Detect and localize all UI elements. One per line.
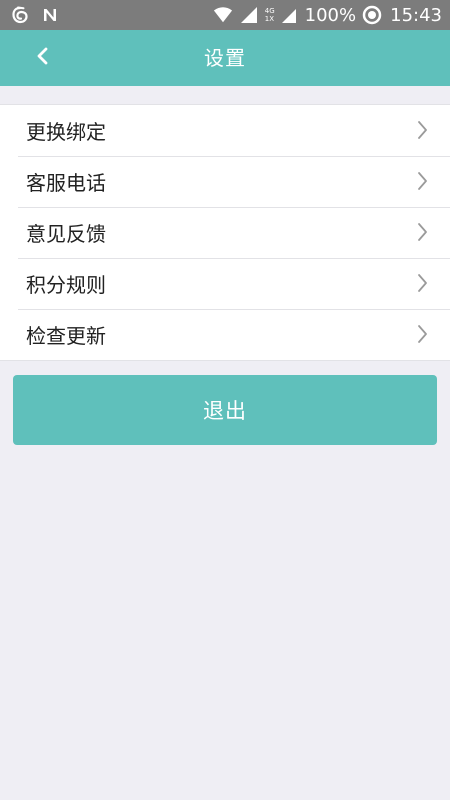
status-bar: 4G 1X 100% 15:43 — [0, 0, 450, 30]
battery-percent: 100% — [304, 4, 357, 26]
signal-icon — [239, 5, 259, 25]
battery-circle-icon — [362, 5, 382, 25]
menu-item-change-binding[interactable]: 更换绑定 — [0, 105, 450, 156]
logout-label: 退出 — [203, 399, 247, 423]
status-left — [10, 5, 60, 25]
wifi-icon — [213, 5, 233, 25]
menu-item-label: 积分规则 — [26, 273, 106, 297]
network-type: 4G 1X — [265, 7, 275, 23]
signal-icon-2 — [279, 5, 299, 25]
menu-item-customer-service[interactable]: 客服电话 — [0, 156, 450, 207]
network-type-bottom: 1X — [264, 15, 275, 23]
chevron-right-icon — [416, 120, 428, 140]
chevron-right-icon — [416, 222, 428, 242]
menu-item-check-update[interactable]: 检查更新 — [0, 309, 450, 360]
menu-item-label: 客服电话 — [26, 171, 106, 195]
header-bar: 设置 — [0, 30, 450, 86]
chevron-right-icon — [416, 273, 428, 293]
menu-item-label: 意见反馈 — [26, 222, 106, 246]
menu-item-label: 检查更新 — [26, 324, 106, 348]
page-title: 设置 — [204, 46, 246, 70]
network-type-top: 4G — [264, 7, 275, 15]
status-right: 4G 1X 100% 15:43 — [213, 5, 442, 26]
menu-item-points-rules[interactable]: 积分规则 — [0, 258, 450, 309]
n-icon — [40, 5, 60, 25]
settings-menu: 更换绑定 客服电话 意见反馈 积分规则 检查更新 — [0, 104, 450, 361]
clock: 15:43 — [390, 4, 442, 26]
menu-item-label: 更换绑定 — [26, 120, 106, 144]
menu-item-feedback[interactable]: 意见反馈 — [0, 207, 450, 258]
logout-button[interactable]: 退出 — [13, 375, 437, 445]
chevron-right-icon — [416, 171, 428, 191]
chevron-right-icon — [416, 324, 428, 344]
weibo-icon — [10, 5, 30, 25]
